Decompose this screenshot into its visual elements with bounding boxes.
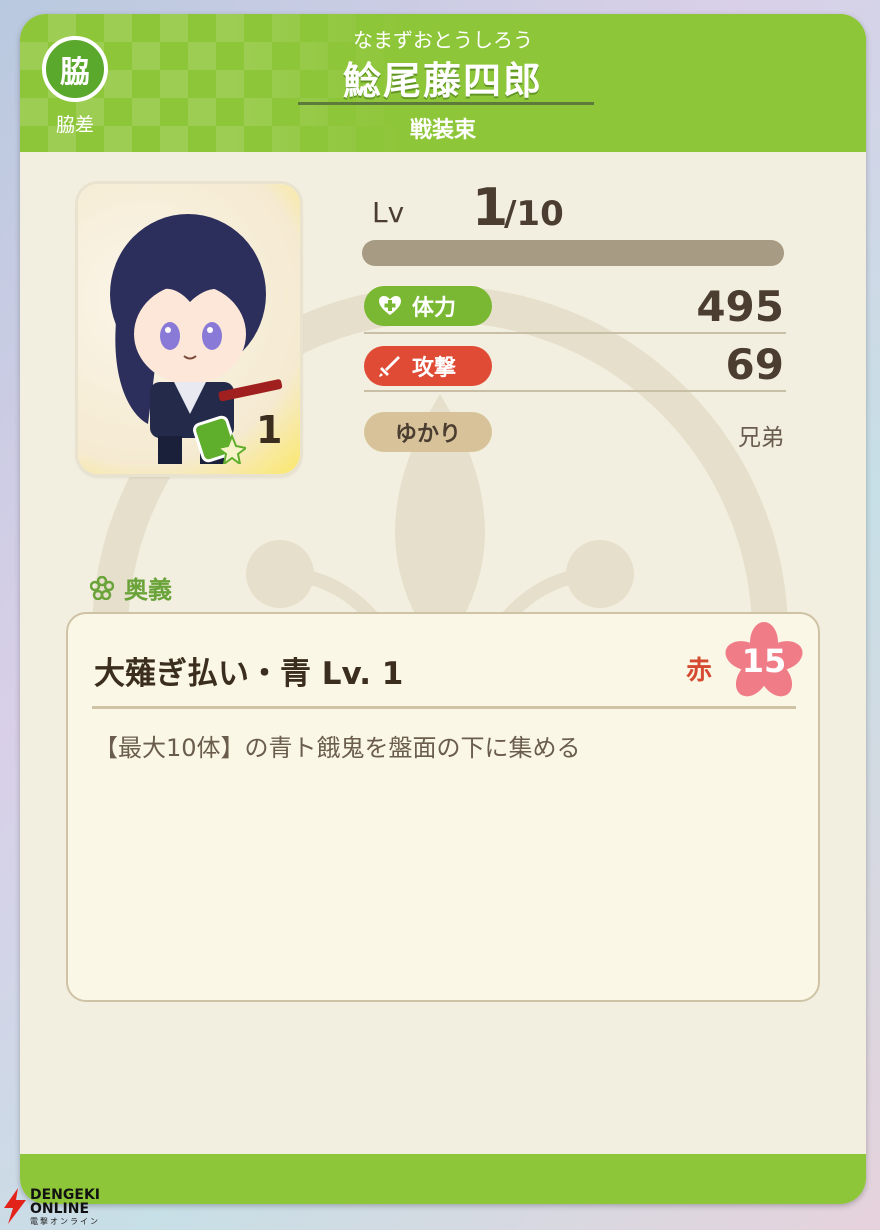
skill-cost: 15 (741, 642, 787, 680)
skill-divider (92, 706, 796, 709)
stack-book-icon (193, 415, 246, 464)
attack-label: 攻撃 (412, 356, 457, 381)
hp-label: 体力 (412, 296, 457, 321)
attack-value: 69 (725, 340, 784, 389)
logo-brand-bottom: ONLINE (30, 1201, 90, 1217)
skill-color-label: 赤 (686, 656, 713, 686)
heart-plus-icon (379, 296, 401, 315)
yukari-label: ゆかり (394, 422, 461, 447)
hp-value: 495 (696, 282, 784, 331)
hp-stat-pill: 体力 (364, 286, 492, 326)
skill-description: 【最大10体】の青ト餓鬼を盤面の下に集める (94, 734, 581, 762)
logo-brand-sub: 電撃オンライン (30, 1217, 100, 1226)
logo-brand-top: DENGEKI (30, 1187, 101, 1203)
level-label: Lv (372, 196, 405, 229)
sword-icon (379, 356, 400, 377)
ougi-heading-text: 奥義 (124, 576, 172, 604)
lightning-bolt-icon (4, 1188, 26, 1224)
hp-divider (364, 332, 786, 334)
ougi-skill-panel: 大薙ぎ払い・青 Lv. 1 赤 15 【最大10体】の青ト餓鬼を盤面の下に集める (66, 612, 820, 1002)
level-progress-bar (362, 240, 784, 266)
yukari-pill: ゆかり (364, 412, 492, 452)
costume-label: 戦装束 (409, 118, 476, 143)
site-watermark-logo: DENGEKI ONLINE 電撃オンライン (4, 1188, 100, 1227)
attack-stat-pill: 攻撃 (364, 346, 492, 386)
name-furigana: なまずおとうしろう (353, 28, 533, 52)
character-portrait[interactable]: 1 (78, 184, 300, 474)
name-underline (298, 102, 594, 105)
skill-title: 大薙ぎ払い・青 Lv. 1 (94, 656, 404, 692)
character-name: 鯰尾藤四郎 (342, 59, 543, 103)
footer-bar (20, 1154, 866, 1204)
level-max: /10 (504, 194, 564, 234)
character-detail-card: 脇 脇差 なまずおとうしろう 鯰尾藤四郎 戦装束 1 Lv 1 /10 体力 4… (20, 14, 866, 1204)
flower-icon (90, 575, 114, 600)
stack-count: 1 (256, 408, 283, 452)
attack-divider (364, 390, 786, 392)
level-current: 1 (472, 178, 509, 238)
yukari-value: 兄弟 (738, 425, 784, 451)
ougi-heading: 奥義 (90, 570, 172, 605)
